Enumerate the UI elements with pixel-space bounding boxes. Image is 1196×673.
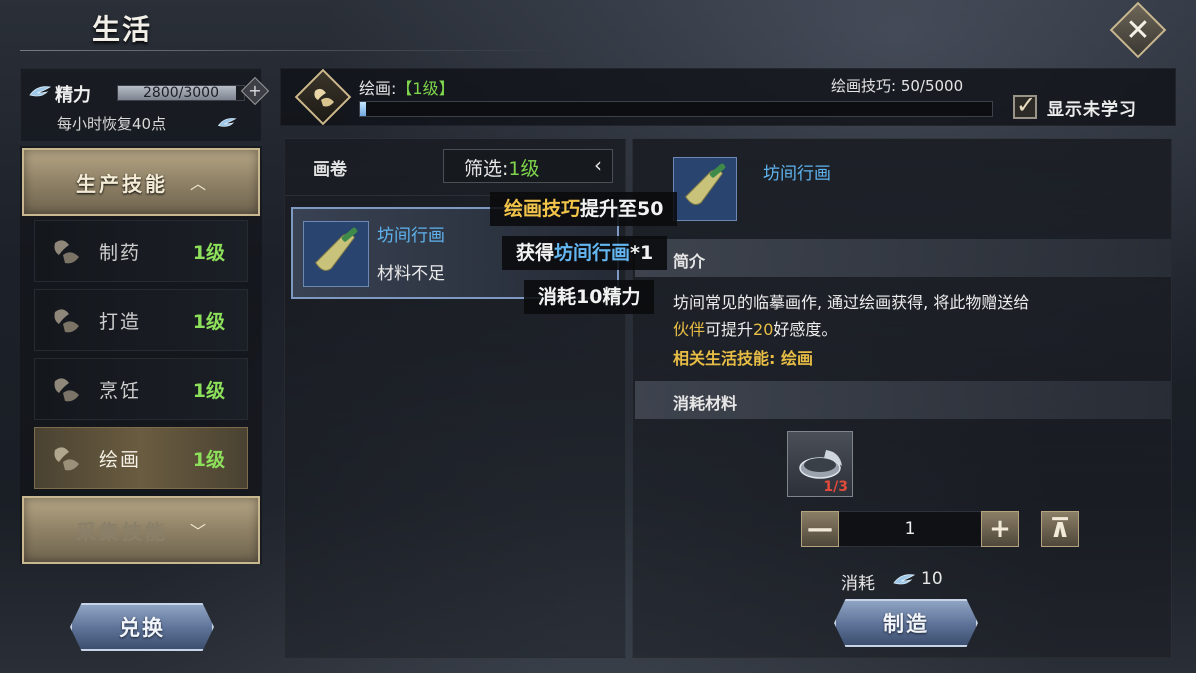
skill-level: 1级 [192, 311, 225, 333]
filter-prefix: 筛选: [464, 158, 509, 180]
chevron-down-icon: ﹀ [189, 522, 206, 541]
tooltip-skill-name: 绘画技巧 [504, 198, 581, 220]
chevron-left-icon: ‹ [594, 153, 602, 177]
recipe-name: 坊间行画 [377, 226, 445, 246]
cost-label: 消耗 [841, 574, 875, 594]
skill-progress-fill [360, 102, 367, 116]
feather-icon [217, 118, 237, 127]
scroll-icon [303, 221, 369, 287]
close-icon: ✕ [1125, 12, 1151, 48]
material-slot[interactable]: 1/3 [787, 431, 853, 497]
skill-level: 1级 [192, 449, 225, 471]
leaf-icon [54, 240, 79, 264]
skill-category-panel: 生产技能 ︿ 制药 1级 打造 1级 烹饪 1级 绘画 1级 采集技能 ﹀ [20, 146, 262, 564]
page-title: 生活 [92, 13, 153, 46]
tooltip-skill-gain: 提升至50 [580, 198, 664, 220]
desc-value: 20 [753, 320, 774, 339]
desc-text: 好感度。 [773, 320, 838, 339]
close-button[interactable]: ✕ [1109, 1, 1167, 59]
tooltip-reward-qty: *1 [630, 242, 654, 264]
stamina-bar: 2800/3000 [117, 85, 245, 101]
tooltip-line-cost: 消耗10精力 [524, 280, 655, 314]
tooltip-reward-prefix: 获得 [516, 242, 555, 264]
desc-text: 可提升 [705, 320, 754, 339]
skill-header-name: 绘画: [359, 79, 397, 98]
skill-name: 打造 [99, 311, 142, 333]
show-unlearned-label[interactable]: 显示未学习 [1047, 95, 1137, 120]
ink-box-icon [799, 450, 842, 479]
plus-icon: + [248, 81, 262, 100]
leaf-icon [54, 309, 79, 333]
title-divider [20, 50, 560, 51]
skill-item-cooking[interactable]: 烹饪 1级 [34, 358, 248, 420]
skill-item-painting[interactable]: 绘画 1级 [34, 427, 248, 489]
skill-name: 绘画 [99, 449, 142, 471]
show-unlearned-checkbox[interactable]: ✓ [1013, 91, 1037, 119]
skill-item-forging[interactable]: 打造 1级 [34, 289, 248, 351]
detail-item-name: 坊间行画 [763, 164, 831, 184]
skill-level: 1级 [192, 380, 225, 402]
scroll-icon [673, 157, 737, 221]
skill-header-bar: 绘画:【1级】 绘画技巧: 50/5000 ✓ 显示未学习 [280, 68, 1176, 126]
leaf-icon [54, 447, 79, 471]
skill-item-medicine[interactable]: 制药 1级 [34, 220, 248, 282]
add-stamina-button[interactable]: + [240, 76, 270, 106]
checkmark-icon: ✓ [1016, 91, 1037, 119]
decrease-quantity-button[interactable]: — [801, 511, 839, 547]
materials-section-header: 消耗材料 [635, 381, 1171, 419]
craft-button[interactable]: 制造 [834, 599, 978, 647]
skill-header-level: 【1级】 [396, 79, 455, 98]
desc-partner: 伙伴 [673, 320, 706, 339]
category-gathering-button[interactable]: 采集技能 ﹀ [22, 496, 260, 564]
desc-text: 坊间常见的临摹画作, 通过绘画获得, 将此物赠送给 [673, 293, 1030, 312]
recipe-detail-panel: 坊间行画 简介 坊间常见的临摹画作, 通过绘画获得, 将此物赠送给 伙伴可提升20… [632, 138, 1172, 658]
feather-icon [29, 86, 51, 97]
tooltip-line-skill: 绘画技巧提升至50 [490, 192, 678, 226]
category-label: 生产技能 [75, 171, 168, 196]
skill-name: 制药 [99, 242, 142, 264]
skill-name: 烹饪 [99, 380, 142, 402]
leaf-icon [314, 88, 334, 107]
filter-value: 1级 [508, 158, 540, 180]
skill-level: 1级 [192, 242, 225, 264]
chevron-up-icon: ︿ [189, 174, 206, 193]
related-skill-text: 相关生活技能: 绘画 [673, 349, 813, 368]
leaf-icon [54, 378, 79, 402]
material-count: 1/3 [823, 479, 848, 495]
materials-section-title: 消耗材料 [673, 394, 738, 413]
intro-section-title: 简介 [673, 252, 706, 271]
stamina-value: 2800/3000 [143, 85, 219, 101]
recipe-status: 材料不足 [377, 264, 445, 284]
quantity-input[interactable]: 1 [839, 511, 981, 547]
stamina-recover-text: 每小时恢复40点 [57, 115, 167, 133]
category-label: 采集技能 [75, 519, 168, 544]
intro-section-header: 简介 [635, 239, 1171, 277]
stamina-panel: 精力 2800/3000 + 每小时恢复40点 [20, 68, 270, 142]
skill-progress-bar [359, 101, 993, 117]
item-description: 坊间常见的临摹画作, 通过绘画获得, 将此物赠送给 伙伴可提升20好感度。 [673, 289, 1163, 343]
increase-quantity-button[interactable]: + [981, 511, 1019, 547]
exchange-button[interactable]: 兑换 [70, 603, 214, 651]
filter-label: 筛选:1级 [464, 154, 540, 181]
list-title: 画卷 [313, 160, 347, 180]
tooltip-reward-item: 坊间行画 [554, 242, 631, 264]
category-production-button[interactable]: 生产技能 ︿ [22, 148, 260, 216]
skill-header-label: 绘画:【1级】 [359, 75, 455, 99]
cost-value: 10 [921, 569, 943, 589]
max-quantity-button[interactable]: ⊼ [1041, 511, 1079, 547]
filter-dropdown[interactable]: 筛选:1级 ‹ [443, 149, 613, 183]
stamina-label: 精力 [55, 85, 91, 106]
tooltip-line-reward: 获得坊间行画*1 [502, 236, 668, 270]
feather-icon [893, 574, 916, 585]
skill-proficiency-text: 绘画技巧: 50/5000 [831, 77, 964, 95]
